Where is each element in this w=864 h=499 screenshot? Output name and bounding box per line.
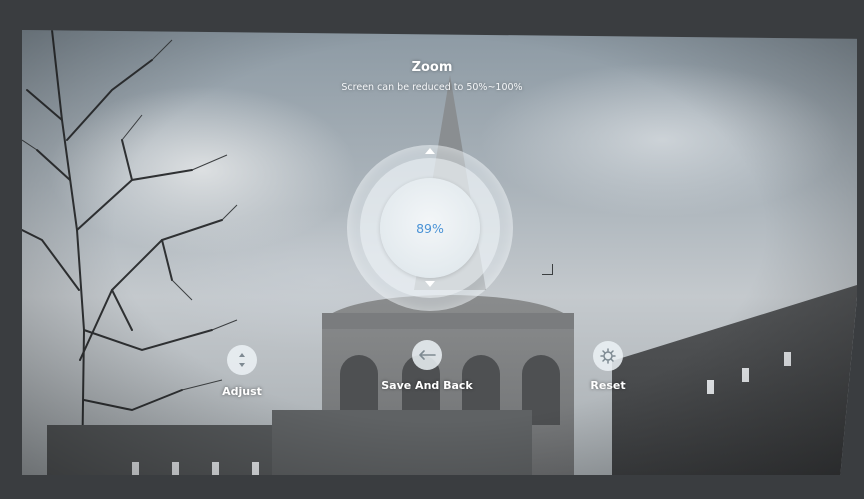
save-and-back-label: Save And Back [381,379,473,392]
wall-marker [784,352,791,366]
zoom-value: 89% [416,220,444,236]
zoom-increase-arrow-icon[interactable] [425,148,435,154]
wall-marker [172,462,179,475]
save-and-back-button[interactable]: Save And Back [372,340,482,392]
adjust-label: Adjust [222,385,262,398]
zoom-decrease-arrow-icon[interactable] [425,281,435,287]
zoom-title: Zoom [411,60,453,75]
reset-button[interactable]: Reset [553,341,663,392]
up-down-arrows-icon [227,345,257,375]
corner-marker [542,264,553,275]
adjust-button[interactable]: Adjust [187,345,297,398]
wall-marker [707,380,714,394]
tower-band [322,313,574,329]
reset-gear-icon [593,341,623,371]
bare-tree-image [22,30,238,475]
back-arrow-icon [412,340,442,370]
castle-wall-front [272,410,532,475]
zoom-dial[interactable]: 89% [380,178,480,278]
zoom-subtitle: Screen can be reduced to 50%~100% [341,82,523,93]
wall-marker [132,462,139,475]
wall-marker [252,462,259,475]
wall-marker [742,368,749,382]
reset-label: Reset [590,379,626,392]
wall-marker [212,462,219,475]
